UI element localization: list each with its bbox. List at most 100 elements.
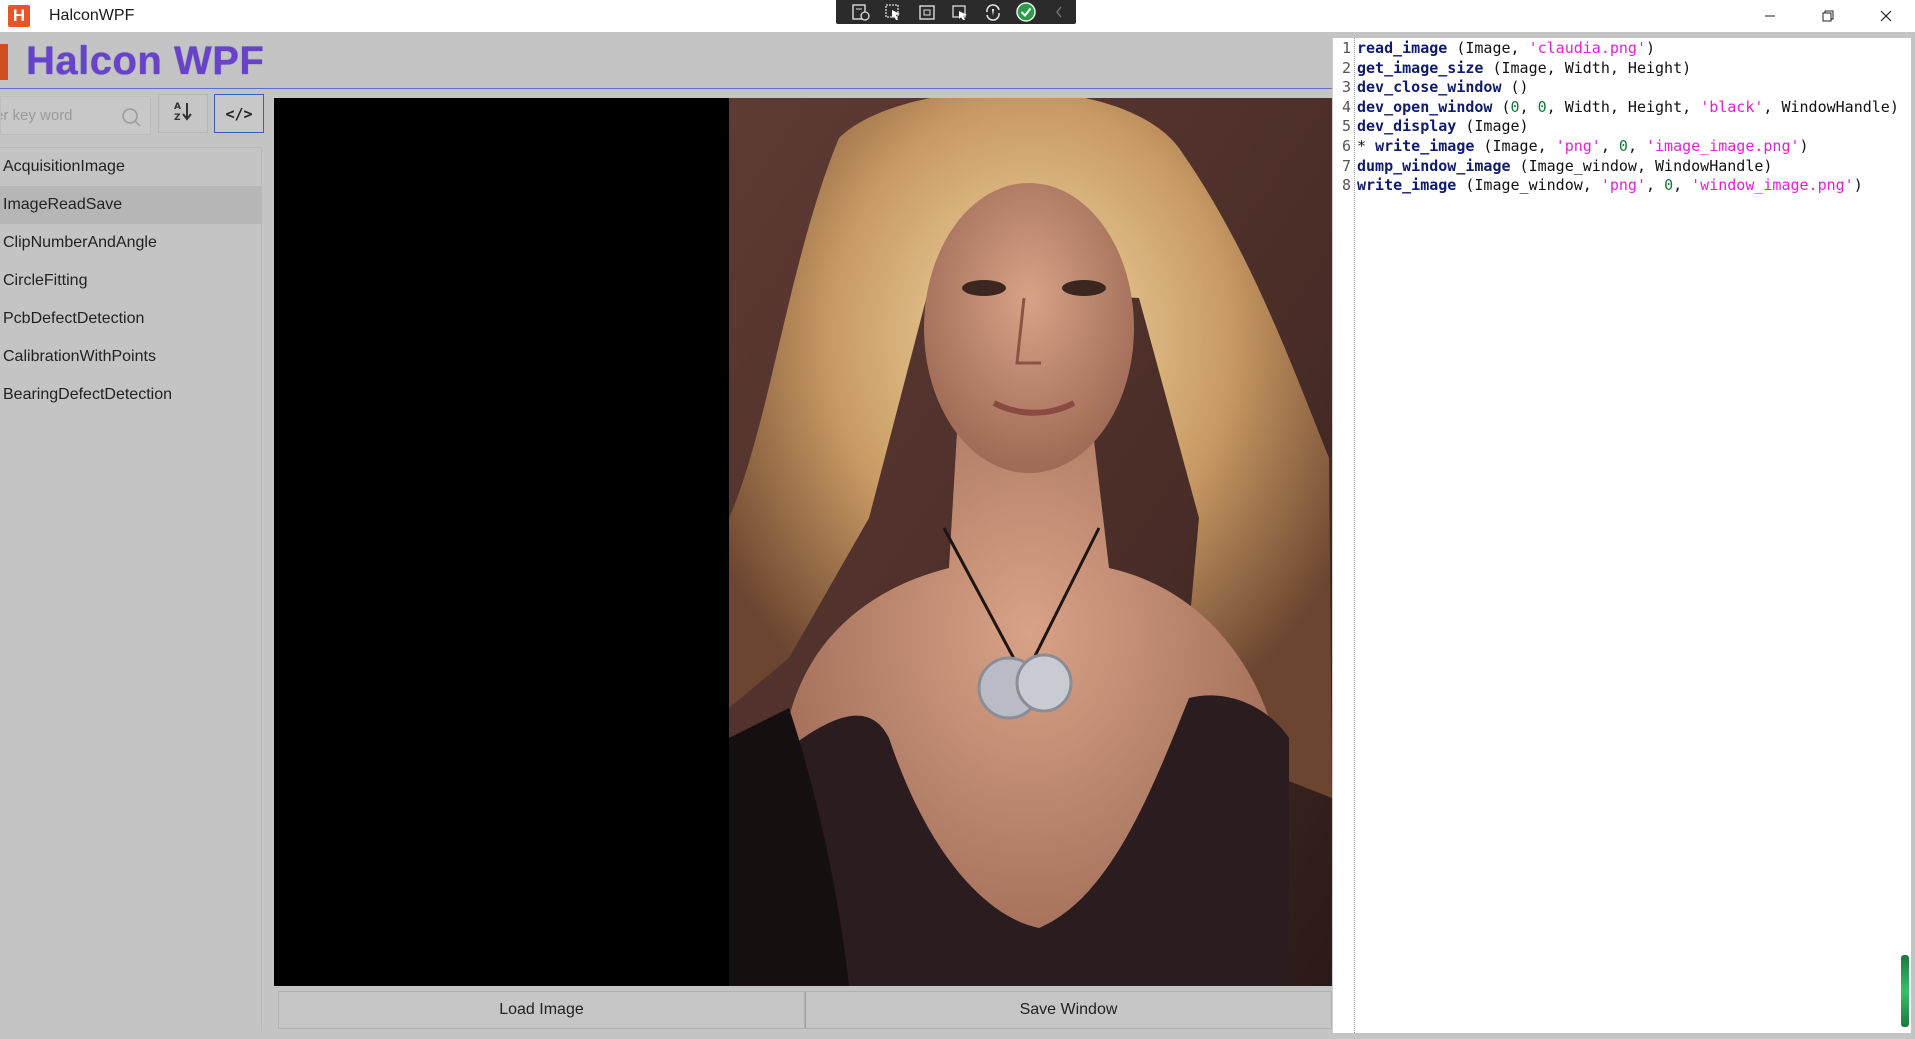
code-line[interactable]: 8 write_image (Image_window, 'png', 0, 'w… xyxy=(1333,176,1899,196)
code-line[interactable]: 6 * write_image (Image, 'png', 0, 'image_… xyxy=(1333,137,1899,157)
code-line[interactable]: 1 read_image (Image, 'claudia.png') xyxy=(1333,39,1899,59)
display-adorners-icon[interactable] xyxy=(916,3,937,22)
code-token: 'png' xyxy=(1555,136,1601,155)
live-visual-tree-icon[interactable] xyxy=(850,3,871,22)
code-line[interactable]: 3 dev_close_window () xyxy=(1333,78,1899,98)
search-icon xyxy=(120,106,142,133)
code-token: , xyxy=(1519,97,1538,116)
code-token: read_image xyxy=(1357,39,1448,57)
code-token: ) xyxy=(1799,136,1809,155)
sort-az-icon: A Z xyxy=(172,100,194,127)
code-token: 'claudia.png' xyxy=(1528,39,1646,57)
code-token: 0 xyxy=(1618,136,1628,155)
code-line[interactable]: 5 dev_display (Image) xyxy=(1333,117,1899,137)
code-token: (Image, Width, Height) xyxy=(1483,58,1692,77)
code-text: write_image (Image_window, 'png', 0, 'wi… xyxy=(1353,176,1863,196)
code-token: dump_window_image xyxy=(1357,156,1511,175)
code-token: 'image_image.png' xyxy=(1646,136,1800,155)
code-text: get_image_size (Image, Width, Height) xyxy=(1353,59,1691,79)
line-number: 3 xyxy=(1341,78,1351,97)
list-item[interactable]: ClipNumberAndAngle xyxy=(0,224,261,262)
code-token: * xyxy=(1357,136,1376,155)
code-token: , xyxy=(1627,136,1646,155)
action-bar: Load Image Save Window xyxy=(278,991,1332,1029)
app-window: H HalconWPF Halcon WPF er key word A Z <… xyxy=(0,0,1915,1039)
code-line[interactable]: 2 get_image_size (Image, Width, Height) xyxy=(1333,59,1899,79)
select-element-icon[interactable] xyxy=(883,3,904,22)
minimize-button[interactable] xyxy=(1741,0,1799,32)
code-editor[interactable]: 1 read_image (Image, 'claudia.png') 2 get_i… xyxy=(1332,38,1911,1033)
code-text: * write_image (Image, 'png', 0, 'image_i… xyxy=(1353,137,1809,157)
svg-text:A: A xyxy=(174,102,181,112)
code-token: ( xyxy=(1492,97,1511,116)
scroll-indicator[interactable] xyxy=(1901,955,1909,1027)
code-token: 0 xyxy=(1664,176,1674,195)
list-item[interactable]: ImageReadSave xyxy=(0,186,261,224)
line-number: 1 xyxy=(1341,39,1351,57)
code-toggle-button[interactable]: </> xyxy=(214,94,264,133)
code-text: dev_display (Image) xyxy=(1353,117,1529,137)
code-token: () xyxy=(1501,78,1529,97)
portrait-image xyxy=(729,98,1332,986)
list-item[interactable]: CircleFitting xyxy=(0,262,261,300)
load-image-button[interactable]: Load Image xyxy=(278,991,805,1029)
track-focus-icon[interactable] xyxy=(949,3,970,22)
code-text: dev_open_window (0, 0, Width, Height, 'b… xyxy=(1353,98,1899,118)
code-token: dev_close_window xyxy=(1357,78,1502,97)
hot-reload-icon[interactable] xyxy=(982,3,1003,22)
code-token: , xyxy=(1673,176,1692,195)
code-token: get_image_size xyxy=(1357,58,1484,77)
sample-list: AcquisitionImage ImageReadSave ClipNumbe… xyxy=(0,147,262,1031)
code-token: (Image_window, xyxy=(1456,176,1601,195)
restore-button[interactable] xyxy=(1799,0,1857,32)
code-token: 0 xyxy=(1537,97,1547,116)
code-token: 'window_image.png' xyxy=(1691,176,1854,195)
code-token: dev_display xyxy=(1357,117,1457,136)
line-number: 5 xyxy=(1341,117,1351,136)
save-window-button[interactable]: Save Window xyxy=(805,991,1332,1029)
code-line[interactable]: 4 dev_open_window (0, 0, Width, Height, '… xyxy=(1333,98,1899,118)
code-text: dev_close_window () xyxy=(1353,78,1529,98)
list-item[interactable]: BearingDefectDetection xyxy=(0,376,261,414)
code-token: (Image) xyxy=(1456,117,1529,136)
brand-accent-bar xyxy=(0,44,8,80)
search-placeholder: er key word xyxy=(0,107,73,124)
collapse-toolbar-icon[interactable] xyxy=(1048,3,1069,22)
code-token: 0 xyxy=(1510,97,1520,116)
line-number: 6 xyxy=(1341,136,1351,155)
code-token: ) xyxy=(1646,39,1656,57)
list-item[interactable]: CalibrationWithPoints xyxy=(0,338,261,376)
code-token: (Image_window, WindowHandle) xyxy=(1510,156,1773,175)
brand-title: Halcon WPF xyxy=(26,39,265,83)
code-token: (Image, xyxy=(1474,136,1556,155)
debug-toolbar xyxy=(836,0,1076,24)
list-item[interactable]: AcquisitionImage xyxy=(0,148,261,186)
line-number: 4 xyxy=(1341,97,1351,116)
window-controls xyxy=(1741,0,1915,32)
window-title: HalconWPF xyxy=(49,7,135,24)
code-token: 'png' xyxy=(1600,176,1646,195)
app-icon: H xyxy=(8,5,30,27)
code-token: , xyxy=(1646,176,1665,195)
hot-reload-status-icon[interactable] xyxy=(1015,2,1036,22)
code-token: , Width, Height, xyxy=(1546,97,1701,116)
code-line[interactable]: 7 dump_window_image (Image_window, Window… xyxy=(1333,157,1899,177)
halcon-window[interactable] xyxy=(274,98,1332,986)
code-token: ) xyxy=(1853,176,1863,195)
search-input[interactable]: er key word xyxy=(0,96,151,135)
line-number: 2 xyxy=(1341,58,1351,77)
code-token: , WindowHandle) xyxy=(1763,97,1899,116)
sort-button[interactable]: A Z xyxy=(158,94,208,133)
code-lines: 1 read_image (Image, 'claudia.png') 2 get_i… xyxy=(1333,39,1899,196)
app-header: Halcon WPF xyxy=(0,32,1332,89)
line-number: 8 xyxy=(1341,176,1351,195)
code-token: (Image, xyxy=(1447,39,1529,57)
code-token: write_image xyxy=(1375,136,1475,155)
list-item[interactable]: PcbDefectDetection xyxy=(0,300,261,338)
code-text: read_image (Image, 'claudia.png') xyxy=(1353,39,1655,59)
code-text: dump_window_image (Image_window, WindowH… xyxy=(1353,157,1772,177)
code-token: 'black' xyxy=(1700,97,1764,116)
code-token: write_image xyxy=(1357,176,1457,195)
close-button[interactable] xyxy=(1857,0,1915,32)
line-number: 7 xyxy=(1341,156,1351,175)
